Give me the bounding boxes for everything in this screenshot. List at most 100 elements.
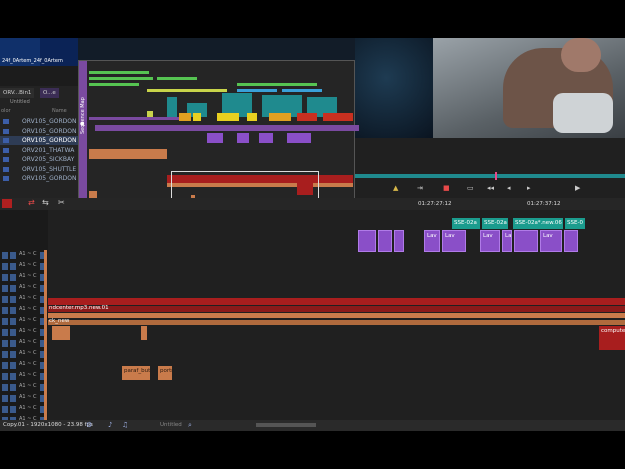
- timeline-clip[interactable]: SSE-02a: [452, 218, 480, 229]
- track-header[interactable]: A1 ~ C: [2, 360, 46, 371]
- timeline-clip[interactable]: SSE-0: [565, 218, 585, 229]
- lift-icon[interactable]: ▭: [467, 184, 474, 192]
- timeline-area[interactable]: SSE-02a SSE-02a SSE-02a*.new.06 SSE-0 La…: [48, 210, 625, 426]
- track-toggle[interactable]: [2, 373, 8, 380]
- audio-bed-clip[interactable]: [48, 320, 625, 325]
- bin-clip-row[interactable]: ORV105_GORDON: [0, 117, 78, 126]
- timeline-clip[interactable]: computer: [599, 326, 625, 350]
- timeline-clip[interactable]: [358, 230, 376, 252]
- bin-clip-row[interactable]: ORV105_GORDON: [0, 127, 78, 136]
- track-toggle[interactable]: [2, 274, 8, 281]
- mark-in-icon[interactable]: ▲: [393, 184, 398, 192]
- zoom-slider[interactable]: [256, 423, 316, 427]
- music-track-clip[interactable]: [48, 298, 625, 305]
- timeline-clip[interactable]: Lav: [502, 230, 512, 252]
- position-bar[interactable]: [355, 174, 625, 178]
- track-toggle[interactable]: [2, 362, 8, 369]
- timeline-clip[interactable]: Lav: [424, 230, 440, 252]
- timeline-clip[interactable]: portr: [158, 366, 172, 380]
- track-toggle[interactable]: [10, 252, 16, 259]
- track-toggle[interactable]: [10, 362, 16, 369]
- track-header[interactable]: A1 ~ C: [2, 404, 46, 415]
- track-toggle[interactable]: [2, 406, 8, 413]
- timeline-clip[interactable]: Lav: [480, 230, 500, 252]
- prev-edit-icon[interactable]: ◂◂: [487, 184, 494, 192]
- track-toggle[interactable]: [10, 340, 16, 347]
- gear-icon[interactable]: ⚙: [86, 420, 92, 431]
- track-toggle[interactable]: [2, 285, 8, 292]
- record-monitor[interactable]: [433, 38, 625, 138]
- timeline-clip[interactable]: SSE-02a*.new.06: [513, 218, 563, 229]
- play-reverse-icon[interactable]: ◂: [507, 184, 511, 192]
- bin-clip-row[interactable]: ORV105_GORDON: [0, 136, 78, 145]
- track-toggle[interactable]: [2, 384, 8, 391]
- track-header[interactable]: A1 ~ C: [2, 371, 46, 382]
- track-toggle[interactable]: [2, 296, 8, 303]
- bin-clip-row[interactable]: ORV201_THATWA: [0, 146, 78, 155]
- track-toggle[interactable]: [10, 307, 16, 314]
- play-forward-icon[interactable]: ▶: [575, 184, 580, 192]
- segment-red-icon[interactable]: ⇄: [28, 198, 35, 207]
- timeline-clip[interactable]: Lav: [540, 230, 562, 252]
- track-toggle[interactable]: [10, 351, 16, 358]
- source-monitor[interactable]: [355, 38, 433, 138]
- lift-overwrite-icon[interactable]: ⇆: [42, 198, 49, 207]
- speaker-icon[interactable]: ♫: [122, 420, 128, 431]
- track-toggle[interactable]: [2, 263, 8, 270]
- position-indicator[interactable]: [495, 172, 497, 180]
- track-header[interactable]: A1 ~ C: [2, 338, 46, 349]
- track-header[interactable]: A1 ~ C: [2, 316, 46, 327]
- track-toggle[interactable]: [2, 252, 8, 259]
- timeline-clip[interactable]: [141, 326, 147, 340]
- timeline-view-selector[interactable]: Untitled: [160, 420, 182, 431]
- track-toggle[interactable]: [10, 318, 16, 325]
- track-toggle[interactable]: [10, 406, 16, 413]
- track-toggle[interactable]: [2, 329, 8, 336]
- timeline-clip[interactable]: Lav: [442, 230, 466, 252]
- track-header[interactable]: A1 ~ C: [2, 272, 46, 283]
- track-header[interactable]: A1 ~ C: [2, 393, 46, 404]
- audio-bed-clip[interactable]: [48, 313, 625, 318]
- bin-tab-2[interactable]: O...e: [40, 88, 59, 98]
- timeline-clip[interactable]: [564, 230, 578, 252]
- play-icon[interactable]: ▸: [527, 184, 531, 192]
- track-header[interactable]: A1 ~ C: [2, 382, 46, 393]
- bin-clip-row[interactable]: ORV105_SHUTTLE: [0, 165, 78, 174]
- timeline-clip[interactable]: [394, 230, 404, 252]
- bin-tab-1[interactable]: ORV...Bin1: [0, 88, 35, 98]
- track-header[interactable]: A1 ~ C: [2, 283, 46, 294]
- track-header[interactable]: A1 ~ C: [2, 327, 46, 338]
- music-track-clip[interactable]: [48, 306, 625, 312]
- timeline-clip[interactable]: [378, 230, 392, 252]
- track-toggle[interactable]: [2, 318, 8, 325]
- track-toggle[interactable]: [2, 395, 8, 402]
- timeline-clip[interactable]: [514, 230, 538, 252]
- bin-view-selector[interactable]: Untitled: [10, 99, 30, 105]
- close-icon[interactable]: ●: [80, 121, 84, 127]
- track-toggle[interactable]: [2, 351, 8, 358]
- bin-clip-row[interactable]: ORV105_GORDON: [0, 174, 78, 183]
- record-icon[interactable]: ■: [443, 184, 450, 192]
- track-toggle[interactable]: [10, 263, 16, 270]
- track-toggle[interactable]: [2, 340, 8, 347]
- track-toggle[interactable]: [10, 296, 16, 303]
- track-toggle[interactable]: [10, 329, 16, 336]
- track-toggle[interactable]: [10, 384, 16, 391]
- timeline-clip[interactable]: [52, 326, 70, 340]
- track-header[interactable]: A1 ~ C: [2, 305, 46, 316]
- timeline-clip[interactable]: SSE-02a: [482, 218, 508, 229]
- mic-icon[interactable]: ♪: [108, 420, 112, 431]
- track-header[interactable]: A1 ~ C: [2, 250, 46, 261]
- track-toggle[interactable]: [2, 307, 8, 314]
- bin-clip-row[interactable]: ORV205_SICKBAY: [0, 155, 78, 164]
- source-thumbnails[interactable]: 24f_0Artem_24f_0Artem: [0, 38, 78, 66]
- record-track-button[interactable]: [2, 199, 12, 208]
- track-toggle[interactable]: [10, 373, 16, 380]
- splice-icon[interactable]: ⇥: [417, 184, 423, 192]
- track-toggle[interactable]: [10, 395, 16, 402]
- search-icon[interactable]: ⌕: [188, 420, 192, 431]
- track-header[interactable]: A1 ~ C: [2, 294, 46, 305]
- track-header[interactable]: A1 ~ C: [2, 261, 46, 272]
- timeline-clip[interactable]: paraf_butt: [122, 366, 150, 380]
- track-toggle[interactable]: [10, 285, 16, 292]
